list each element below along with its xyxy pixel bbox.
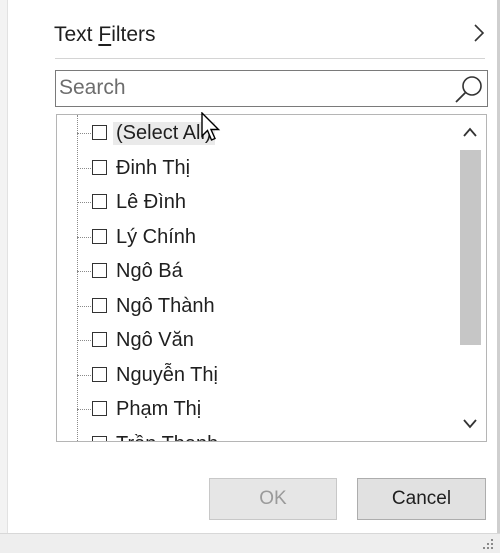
scrollbar-thumb[interactable] (460, 150, 481, 345)
list-item[interactable]: Ngô Văn (57, 326, 457, 356)
tree-connector (77, 374, 91, 376)
checkbox[interactable] (92, 401, 107, 416)
list-item-label: Nguyễn Thị (116, 363, 218, 386)
tree-connector (77, 202, 91, 203)
search-box[interactable] (55, 70, 488, 107)
list-item-label: Phạm Thị (116, 398, 202, 420)
cancel-button[interactable]: Cancel (357, 478, 486, 520)
dialog-left-border (0, 0, 8, 552)
magnifier-icon[interactable] (453, 74, 485, 104)
list-item[interactable]: Ngô Bá (57, 257, 457, 287)
list-item-label: Ngô Thành (116, 294, 215, 317)
checkbox[interactable] (92, 297, 107, 313)
tree-connector (77, 271, 91, 272)
list-item[interactable]: Đinh Thị (57, 154, 457, 184)
tree-connector (77, 236, 91, 238)
checkbox[interactable] (92, 159, 107, 175)
chevron-right-icon (474, 24, 485, 42)
scrollbar[interactable] (454, 115, 486, 441)
checkbox[interactable] (92, 332, 107, 347)
list-item-label: Ngô Văn (116, 329, 194, 351)
tree-connector (77, 133, 91, 134)
resize-grip-icon[interactable] (482, 538, 494, 550)
tree-connector (77, 409, 91, 410)
checkbox[interactable] (92, 194, 107, 209)
list-item-label: Lý Chính (116, 225, 197, 248)
checkbox[interactable] (92, 263, 107, 278)
tree-connector (77, 340, 91, 341)
checkbox[interactable] (92, 366, 107, 382)
checkbox[interactable] (92, 435, 107, 441)
separator (55, 58, 485, 59)
list-item[interactable]: Lý Chính (57, 223, 457, 253)
list-item[interactable]: Trần Thanh (57, 430, 457, 442)
list-item[interactable]: Phạm Thị (57, 395, 457, 425)
list-item[interactable]: Ngô Thành (57, 292, 457, 322)
list-item-label: Lê Đình (116, 191, 187, 213)
tree-connector (77, 305, 91, 307)
filter-value-list[interactable]: (Select All) Đinh Thị Lê Đình Lý Chính Ngô B… (56, 114, 487, 442)
checkbox[interactable] (92, 228, 107, 244)
chevron-up-icon[interactable] (460, 123, 480, 141)
select-all-item[interactable]: (Select All) (57, 119, 457, 149)
chevron-down-icon[interactable] (460, 415, 480, 433)
text-filters-label: Text Filters (54, 23, 156, 46)
search-input[interactable] (59, 73, 449, 103)
mouse-cursor-icon (201, 112, 221, 141)
list-item[interactable]: Lê Đình (57, 188, 457, 218)
list-item-label: Trần Thanh (116, 433, 218, 442)
checkbox[interactable] (92, 125, 107, 140)
ok-button[interactable]: OK (209, 478, 337, 520)
text-filters-menu-item[interactable]: Text Filters (40, 14, 500, 56)
list-item-label: Đinh Thị (116, 156, 191, 179)
dialog-footer (0, 533, 500, 553)
tree-connector (77, 167, 91, 169)
list-item[interactable]: Nguyễn Thị (57, 361, 457, 391)
list-item-label: Ngô Bá (116, 260, 183, 282)
